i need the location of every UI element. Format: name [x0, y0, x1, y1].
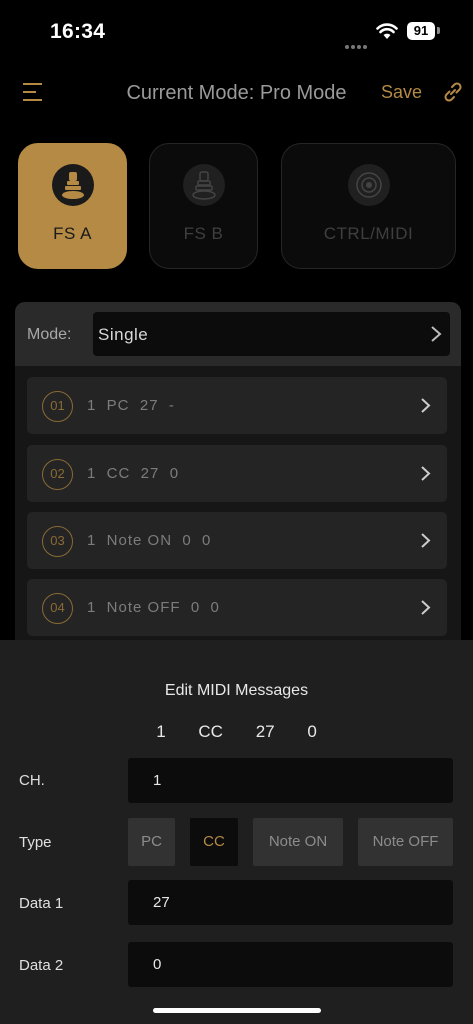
nav-header: Current Mode: Pro Mode Save — [0, 70, 473, 116]
type-label: Type — [19, 834, 52, 851]
save-button[interactable]: Save — [381, 82, 422, 103]
message-item-03[interactable]: 03 1 Note ON 0 0 — [27, 512, 447, 569]
wifi-icon — [376, 23, 398, 39]
cellular-signal-icon — [345, 36, 369, 54]
preview-channel: 1 — [156, 722, 166, 741]
status-time: 16:34 — [50, 20, 106, 43]
message-summary: 1 CC 27 0 — [87, 465, 180, 482]
home-indicator — [153, 1008, 321, 1013]
chevron-right-icon — [421, 466, 431, 481]
message-number-badge: 02 — [42, 459, 73, 490]
message-summary: 1 PC 27 - — [87, 397, 175, 414]
tab-fs-b[interactable]: FS B — [149, 143, 258, 269]
message-summary: 1 Note ON 0 0 — [87, 532, 212, 549]
tab-fs-a[interactable]: FS A — [18, 143, 127, 269]
type-option-pc[interactable]: PC — [128, 818, 175, 866]
link-icon[interactable] — [441, 80, 465, 104]
data1-input[interactable] — [128, 880, 453, 925]
status-bar: 16:34 91 — [0, 0, 473, 60]
chevron-right-icon — [431, 326, 442, 342]
preview-type: CC — [198, 722, 223, 741]
mode-label: Mode: — [27, 326, 72, 343]
message-number-badge: 03 — [42, 526, 73, 557]
message-number-badge: 04 — [42, 593, 73, 624]
message-item-01[interactable]: 01 1 PC 27 - — [27, 377, 447, 434]
data1-label: Data 1 — [19, 895, 64, 912]
chevron-right-icon — [421, 398, 431, 413]
battery-tip — [437, 27, 440, 34]
footswitch-icon — [182, 164, 225, 206]
data2-label: Data 2 — [19, 957, 64, 974]
message-number-badge: 01 — [42, 391, 73, 422]
tab-ctrl-midi[interactable]: CTRL/MIDI — [281, 143, 456, 269]
preview-data2: 0 — [307, 722, 317, 741]
preview-data1: 27 — [255, 722, 275, 741]
type-option-note-off[interactable]: Note OFF — [358, 818, 453, 866]
mode-value: Single — [98, 325, 149, 344]
message-item-02[interactable]: 02 1 CC 27 0 — [27, 445, 447, 502]
data2-input[interactable] — [128, 942, 453, 987]
tab-label: CTRL/MIDI — [323, 224, 414, 243]
mode-select[interactable]: Single — [93, 312, 450, 356]
battery-icon: 91 — [407, 22, 435, 40]
sheet-title: Edit MIDI Messages — [164, 682, 309, 699]
midi-jack-icon — [347, 164, 390, 206]
tab-label: FS B — [183, 224, 224, 243]
chevron-right-icon — [421, 533, 431, 548]
chevron-right-icon — [421, 600, 431, 615]
type-option-note-on[interactable]: Note ON — [253, 818, 343, 866]
message-preview: 1 CC 27 0 — [0, 722, 473, 742]
tab-label: FS A — [53, 224, 92, 243]
channel-input[interactable] — [128, 758, 453, 803]
edit-midi-sheet: Edit MIDI Messages 1 CC 27 0 CH. Type PC… — [0, 640, 473, 1024]
type-option-cc[interactable]: CC — [190, 818, 238, 866]
message-summary: 1 Note OFF 0 0 — [87, 599, 220, 616]
message-item-04[interactable]: 04 1 Note OFF 0 0 — [27, 579, 447, 636]
footswitch-icon — [51, 164, 94, 206]
channel-label: CH. — [19, 772, 45, 789]
mode-row: Mode: Single — [15, 302, 461, 366]
